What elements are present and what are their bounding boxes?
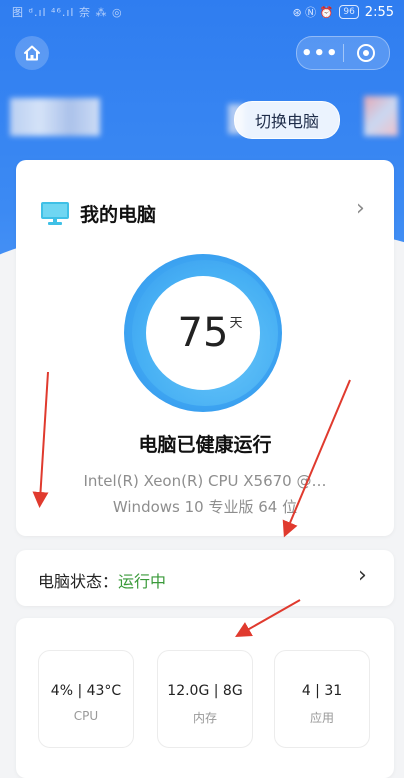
my-computer-card[interactable]: 我的电脑 › 75 天 电脑已健康运行 Intel(R) Xeon(R) CPU…	[16, 160, 394, 536]
metric-value: 4 | 31	[301, 683, 343, 699]
metric-apps[interactable]: 4 | 31 应用	[274, 650, 370, 748]
computer-status-row[interactable]: 电脑状态：运行中 ›	[16, 550, 394, 606]
health-status-text: 电脑已健康运行	[138, 434, 272, 456]
more-button[interactable]: •••	[297, 43, 343, 64]
status-signal-icons: 图 ᵈ.ıl ⁴⁶.ıl 奈 ⁂ ◎	[12, 6, 123, 19]
metric-value: 4% | 43°C	[50, 683, 122, 699]
metric-label: CPU	[73, 709, 99, 723]
home-icon	[24, 45, 40, 61]
metric-memory[interactable]: 12.0G | 8G 内存	[157, 650, 253, 748]
metric-label: 应用	[309, 711, 334, 725]
battery-indicator: 96	[339, 5, 359, 19]
status-right: ⊛ Ⓝ ⏰ 96 2:55	[292, 4, 394, 20]
uptime-days: 75 天	[177, 310, 243, 356]
monitor-icon	[41, 202, 69, 225]
home-button[interactable]	[15, 36, 49, 70]
uptime-ring: 75 天	[124, 254, 282, 412]
metric-label: 内存	[192, 711, 217, 725]
status-text: 电脑状态：运行中	[38, 568, 166, 592]
uptime-days-value: 75	[177, 310, 229, 356]
status-right-icons: ⊛ Ⓝ ⏰	[292, 6, 334, 19]
avatar[interactable]	[364, 96, 398, 136]
chevron-right-icon[interactable]: ›	[356, 196, 365, 221]
switch-computer-button[interactable]: 切换电脑	[234, 101, 340, 139]
mini-program-capsule: •••	[296, 36, 390, 70]
chevron-right-icon[interactable]: ›	[358, 563, 367, 588]
metrics-card: 4% | 43°C CPU 12.0G | 8G 内存 4 | 31 应用	[16, 618, 394, 778]
blurred-username	[10, 98, 100, 136]
close-circle-icon	[357, 44, 376, 62]
uptime-ring-inner: 75 天	[146, 276, 260, 390]
card-title: 我的电脑	[80, 204, 157, 226]
status-value: 运行中	[118, 572, 167, 591]
metric-cpu[interactable]: 4% | 43°C CPU	[38, 650, 134, 748]
metric-value: 12.0G | 8G	[167, 683, 243, 699]
cpu-model: Intel(R) Xeon(R) CPU X5670 @…	[83, 472, 327, 490]
os-version: Windows 10 专业版 64 位	[112, 498, 298, 516]
close-button[interactable]	[344, 44, 390, 62]
status-time: 2:55	[364, 4, 394, 20]
status-bar: 图 ᵈ.ıl ⁴⁶.ıl 奈 ⁂ ◎ ⊛ Ⓝ ⏰ 96 2:55	[0, 0, 404, 24]
uptime-days-unit: 天	[229, 316, 243, 331]
status-label: 电脑状态：	[38, 572, 119, 591]
